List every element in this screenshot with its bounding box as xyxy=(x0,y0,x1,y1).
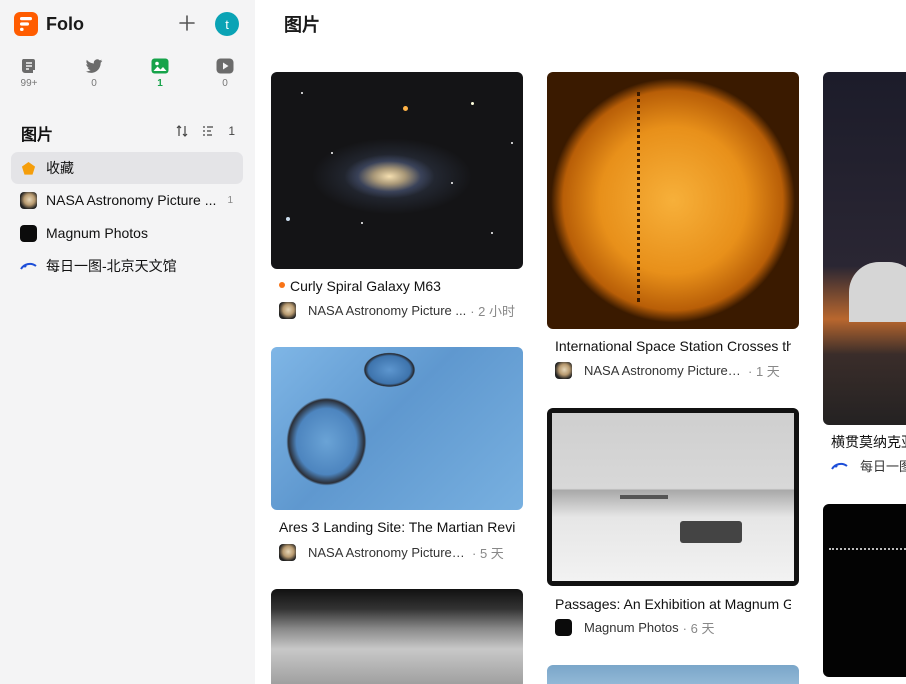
bjp-feed-icon xyxy=(20,258,37,275)
subscription-unread-count: 1 xyxy=(227,194,233,206)
user-avatar[interactable]: t xyxy=(215,12,239,36)
entry-title[interactable]: Ares 3 Landing Site: The Martian Revis xyxy=(279,519,515,535)
entry-source[interactable]: NASA Astronomy Picture of... xyxy=(308,545,468,560)
entry-card[interactable]: Curly Spiral Galaxy M63 NASA Astronomy P… xyxy=(271,72,523,322)
entry-thumbnail[interactable] xyxy=(547,72,799,329)
entry-time: · 6 天 xyxy=(682,621,715,636)
section-title: 图片 xyxy=(21,127,54,144)
magnum-feed-icon xyxy=(20,224,37,242)
view-tab-pictures[interactable]: 1 xyxy=(140,56,180,89)
entry-time: · 1 天 xyxy=(748,364,780,379)
entry-title[interactable]: Passages: An Exhibition at Magnum G xyxy=(555,596,791,612)
magnum-feed-icon xyxy=(555,619,572,636)
nasa-feed-icon xyxy=(279,544,296,561)
entry-thumbnail[interactable] xyxy=(271,347,523,510)
view-count: 0 xyxy=(91,78,97,89)
subscription-label: 收藏 xyxy=(46,160,74,176)
subscription-label: 每日一图-北京天文馆 xyxy=(46,258,177,274)
entry-card[interactable] xyxy=(271,589,523,684)
entry-card[interactable] xyxy=(547,665,799,684)
nasa-feed-icon xyxy=(20,191,37,209)
view-count: 99+ xyxy=(20,78,38,89)
picture-icon xyxy=(151,58,169,74)
subscription-favorites[interactable]: 收藏 xyxy=(11,152,243,184)
nasa-feed-icon xyxy=(279,302,296,319)
sort-icon[interactable] xyxy=(176,125,188,137)
list-layout-icon[interactable] xyxy=(202,125,214,137)
view-tab-articles[interactable]: 99+ xyxy=(9,56,49,89)
entry-source[interactable]: 每日一图 xyxy=(860,456,906,475)
entry-meta: NASA Astronomy Picture ... · 2 小时 xyxy=(279,301,515,320)
nasa-feed-icon xyxy=(555,362,572,379)
entry-time: · 5 天 xyxy=(472,546,504,561)
article-icon xyxy=(21,59,35,73)
entry-time: · 2 小时 xyxy=(470,304,516,319)
entry-thumbnail[interactable] xyxy=(823,72,906,425)
folo-logo-icon xyxy=(14,12,38,36)
subscription-bjp-daily[interactable]: 每日一图-北京天文馆 xyxy=(11,250,243,282)
subscription-label: Magnum Photos xyxy=(46,225,148,241)
view-tab-videos[interactable]: 0 xyxy=(205,56,245,89)
view-count: 1 xyxy=(157,78,163,89)
video-icon xyxy=(216,58,234,74)
entry-source[interactable]: NASA Astronomy Picture ... xyxy=(308,303,466,318)
entry-source[interactable]: Magnum Photos xyxy=(584,620,679,635)
entry-source[interactable]: NASA Astronomy Picture of ... xyxy=(584,363,744,378)
page-title: 图片 xyxy=(284,15,320,35)
unread-indicator xyxy=(279,282,285,289)
section-header: 图片 1 xyxy=(21,121,241,144)
star-pentagon-icon xyxy=(20,160,37,177)
entry-card[interactable]: 横贯莫纳克亚 每日一图 xyxy=(823,72,906,475)
sidebar: Folo t 99+ 0 1 0 图片 1 收藏 NASA Astronomy … xyxy=(0,0,255,684)
subscription-magnum-photos[interactable]: Magnum Photos xyxy=(11,217,243,249)
entry-thumbnail[interactable] xyxy=(547,408,799,586)
app-logo[interactable]: Folo xyxy=(14,11,84,37)
view-tab-social[interactable]: 0 xyxy=(74,56,114,89)
view-count: 0 xyxy=(222,78,228,89)
plus-icon xyxy=(179,15,195,31)
entry-thumbnail[interactable] xyxy=(547,665,799,684)
entry-meta: 每日一图 xyxy=(831,456,906,475)
twitter-icon xyxy=(85,59,103,73)
subscription-nasa-apod[interactable]: NASA Astronomy Picture ... 1 xyxy=(11,184,243,216)
entry-thumbnail[interactable] xyxy=(271,589,523,684)
entry-card[interactable]: Ares 3 Landing Site: The Martian Revis N… xyxy=(271,347,523,567)
entry-thumbnail[interactable] xyxy=(823,504,906,677)
app-name: Folo xyxy=(46,13,84,34)
entry-meta: NASA Astronomy Picture of... · 5 天 xyxy=(279,543,504,562)
entry-title[interactable]: 横贯莫纳克亚 xyxy=(831,432,906,452)
section-unread-count: 1 xyxy=(228,124,235,138)
entry-meta: NASA Astronomy Picture of ... · 1 天 xyxy=(555,361,780,380)
entry-title[interactable]: International Space Station Crosses th xyxy=(555,338,791,354)
add-feed-button[interactable] xyxy=(176,12,198,34)
entry-card[interactable]: Passages: An Exhibition at Magnum G Magn… xyxy=(547,408,799,640)
bjp-feed-icon xyxy=(831,462,848,470)
entry-card[interactable]: International Space Station Crosses th N… xyxy=(547,72,799,382)
entry-card[interactable] xyxy=(823,504,906,684)
entry-grid: 图片 Curly Spiral Galaxy M63 NASA Astronom… xyxy=(255,0,906,684)
entry-title[interactable]: Curly Spiral Galaxy M63 xyxy=(279,278,515,294)
entry-thumbnail[interactable] xyxy=(271,72,523,269)
subscription-label: NASA Astronomy Picture ... xyxy=(46,192,217,208)
entry-meta: Magnum Photos · 6 天 xyxy=(555,618,714,637)
